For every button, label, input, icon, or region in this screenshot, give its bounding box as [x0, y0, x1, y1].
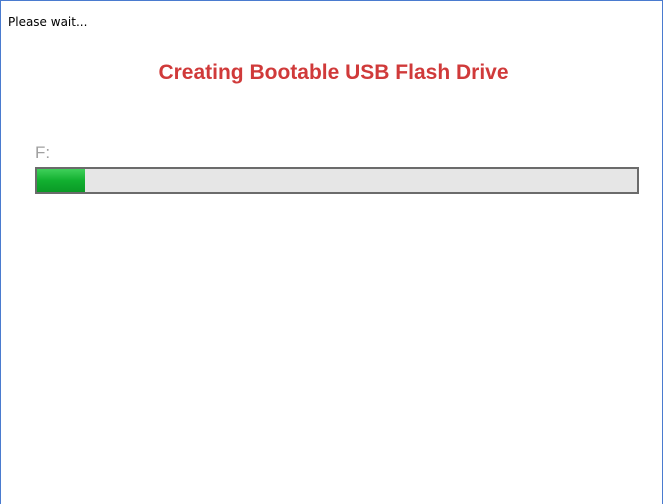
progress-bar — [35, 167, 639, 194]
progress-bar-fill — [37, 169, 85, 192]
status-text: Please wait... — [8, 15, 88, 29]
drive-label: F: — [35, 143, 51, 162]
page-title: Creating Bootable USB Flash Drive — [158, 61, 509, 84]
progress-dialog: Please wait... Creating Bootable USB Fla… — [0, 0, 663, 504]
